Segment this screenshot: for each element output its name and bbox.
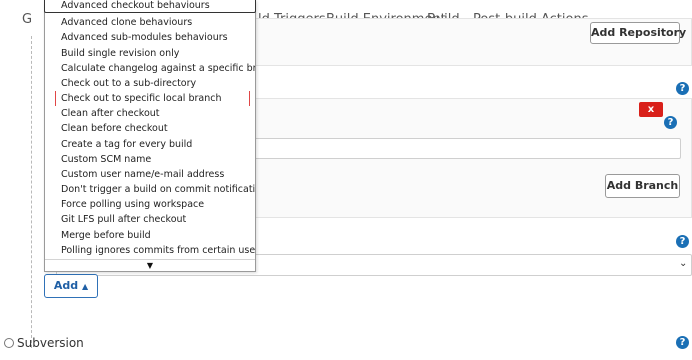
caret-up-icon: ▲ bbox=[81, 282, 89, 291]
dropdown-item-label: Custom SCM name bbox=[61, 153, 152, 165]
dropdown-item-highlighted[interactable]: Check out to specific local branch bbox=[45, 91, 255, 107]
dropdown-item-label: Advanced checkout behaviours bbox=[61, 0, 210, 11]
dropdown-item-label: Custom user name/e-mail address bbox=[61, 168, 225, 180]
dropdown-item[interactable]: Advanced sub-modules behaviours bbox=[45, 30, 255, 45]
dropdown-item[interactable]: Calculate changelog against a specific b… bbox=[45, 61, 255, 76]
dropdown-item-label: Don't trigger a build on commit notifica… bbox=[61, 184, 255, 196]
add-branch-button[interactable]: Add Branch bbox=[605, 174, 680, 198]
dropdown-item-label: Git LFS pull after checkout bbox=[61, 214, 187, 226]
dropdown-item-label: Clean after checkout bbox=[61, 108, 160, 120]
section-guide-line bbox=[31, 36, 32, 348]
dropdown-item[interactable]: Check out to a sub-directory bbox=[45, 76, 255, 91]
dropdown-item-label: Check out to a sub-directory bbox=[61, 77, 197, 89]
dropdown-item-label: Merge before build bbox=[61, 229, 151, 241]
dropdown-item[interactable]: Don't trigger a build on commit notifica… bbox=[45, 182, 255, 197]
dropdown-item-label: Create a tag for every build bbox=[61, 138, 193, 150]
dropdown-item[interactable]: Build single revision only bbox=[45, 46, 255, 61]
additional-behaviours-dropdown: Advanced checkout behaviours Advanced cl… bbox=[44, 0, 256, 272]
delete-branch-button[interactable]: x bbox=[639, 102, 663, 117]
dropdown-item-label: Check out to specific local branch bbox=[61, 93, 222, 105]
help-icon[interactable]: ? bbox=[664, 116, 677, 129]
subversion-label: Subversion bbox=[17, 336, 84, 350]
dropdown-item-label: Calculate changelog against a specific b… bbox=[61, 62, 255, 74]
scroll-down-arrow-icon[interactable]: ▼ bbox=[45, 259, 255, 271]
dropdown-item[interactable]: Git LFS pull after checkout bbox=[45, 212, 255, 227]
add-repository-button[interactable]: Add Repository bbox=[590, 22, 686, 44]
help-icon[interactable]: ? bbox=[676, 82, 689, 95]
dropdown-item[interactable]: Polling ignores commits from certain use… bbox=[45, 243, 255, 258]
dropdown-item-label: Clean before checkout bbox=[61, 123, 168, 135]
add-behaviour-button[interactable]: Add ▲ bbox=[44, 274, 98, 298]
help-icon[interactable]: ? bbox=[676, 235, 689, 248]
dropdown-item[interactable]: Clean before checkout bbox=[45, 121, 255, 136]
chevron-down-icon: ⌄ bbox=[679, 258, 688, 269]
dropdown-item[interactable]: Advanced checkout behaviours bbox=[44, 0, 256, 14]
tab-general[interactable]: G bbox=[22, 12, 32, 27]
dropdown-item-label: Advanced clone behaviours bbox=[61, 17, 193, 29]
dropdown-item-label: Build single revision only bbox=[61, 47, 180, 59]
dropdown-item-label: Advanced sub-modules behaviours bbox=[61, 32, 228, 44]
add-button-label: Add bbox=[53, 279, 79, 292]
dropdown-item[interactable]: Merge before build bbox=[45, 228, 255, 243]
help-icon[interactable]: ? bbox=[676, 336, 689, 349]
dropdown-item[interactable]: Advanced clone behaviours bbox=[45, 15, 255, 30]
dropdown-item[interactable]: Custom SCM name bbox=[45, 152, 255, 167]
dropdown-item[interactable]: Create a tag for every build bbox=[45, 137, 255, 152]
dropdown-item[interactable]: Clean after checkout bbox=[45, 106, 255, 121]
dropdown-item-label: Polling ignores commits from certain use… bbox=[61, 244, 255, 256]
dropdown-item-label: Force polling using workspace bbox=[61, 199, 205, 211]
dropdown-item[interactable]: Custom user name/e-mail address bbox=[45, 167, 255, 182]
dropdown-item[interactable]: Force polling using workspace bbox=[45, 197, 255, 212]
subversion-radio[interactable] bbox=[4, 338, 14, 348]
